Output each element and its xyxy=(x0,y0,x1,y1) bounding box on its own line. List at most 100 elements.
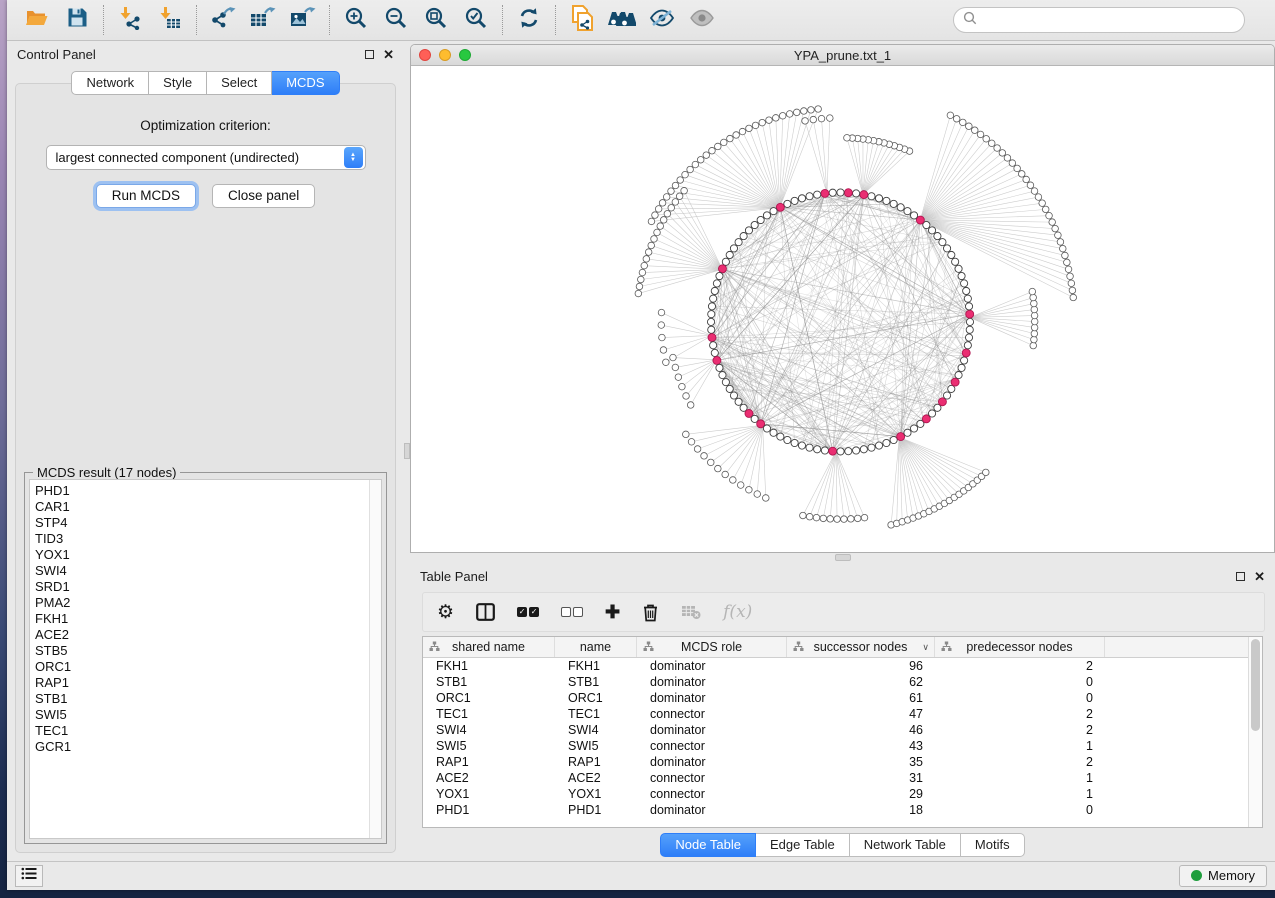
graph-leaf-node[interactable] xyxy=(746,125,753,132)
graph-mcds-node[interactable] xyxy=(844,189,852,197)
graph-leaf-node[interactable] xyxy=(977,131,984,138)
graph-leaf-node[interactable] xyxy=(841,516,848,523)
graph-leaf-node[interactable] xyxy=(672,182,679,189)
cell[interactable]: RAP1 xyxy=(423,754,555,770)
cell[interactable]: connector xyxy=(637,706,787,722)
graph-leaf-node[interactable] xyxy=(1009,160,1016,167)
cell[interactable]: TEC1 xyxy=(555,706,637,722)
function-builder-icon[interactable]: f(x) xyxy=(723,602,752,622)
graph-node[interactable] xyxy=(964,295,971,302)
column-header-predecessor-nodes[interactable]: predecessor nodes xyxy=(935,637,1105,657)
graph-leaf-node[interactable] xyxy=(664,210,671,217)
graph-node[interactable] xyxy=(868,444,875,451)
cell[interactable]: STB1 xyxy=(555,674,637,690)
graph-leaf-node[interactable] xyxy=(1031,324,1038,331)
cell[interactable]: ACE2 xyxy=(423,770,555,786)
graph-leaf-node[interactable] xyxy=(763,495,770,502)
refresh-view-button[interactable] xyxy=(509,3,549,37)
graph-leaf-node[interactable] xyxy=(966,123,973,130)
cell[interactable]: 0 xyxy=(935,690,1105,706)
graph-node[interactable] xyxy=(791,197,798,204)
graph-leaf-node[interactable] xyxy=(652,212,659,219)
graph-leaf-node[interactable] xyxy=(733,132,740,139)
split-view-icon[interactable] xyxy=(476,603,495,621)
graph-node[interactable] xyxy=(711,349,718,356)
splitter-grip[interactable] xyxy=(835,554,851,561)
graph-node[interactable] xyxy=(883,439,890,446)
export-table-button[interactable] xyxy=(243,3,283,37)
cell[interactable]: 0 xyxy=(935,802,1105,818)
hide-selected-button[interactable] xyxy=(642,3,682,37)
graph-leaf-node[interactable] xyxy=(660,217,667,224)
float-panel-icon[interactable] xyxy=(365,50,374,59)
graph-leaf-node[interactable] xyxy=(844,135,851,142)
tab-select[interactable]: Select xyxy=(207,71,272,95)
graph-node[interactable] xyxy=(939,239,946,246)
column-settings-icon[interactable]: ⚙ xyxy=(437,601,454,624)
graph-leaf-node[interactable] xyxy=(670,354,677,361)
graph-node[interactable] xyxy=(955,265,962,272)
search-field[interactable] xyxy=(953,7,1245,33)
graph-leaf-node[interactable] xyxy=(818,115,825,122)
graph-leaf-node[interactable] xyxy=(1004,155,1011,162)
graph-leaf-node[interactable] xyxy=(1057,239,1064,246)
graph-node[interactable] xyxy=(868,193,875,200)
cell[interactable]: 1 xyxy=(935,786,1105,802)
graph-node[interactable] xyxy=(928,227,935,234)
graph-node[interactable] xyxy=(730,392,737,399)
mcds-result-item[interactable]: TID3 xyxy=(35,531,364,547)
cell[interactable]: connector xyxy=(637,786,787,802)
graph-leaf-node[interactable] xyxy=(786,111,793,118)
graph-leaf-node[interactable] xyxy=(793,109,800,116)
export-image-button[interactable] xyxy=(283,3,323,37)
cell[interactable]: dominator xyxy=(637,674,787,690)
search-input[interactable] xyxy=(983,13,1235,28)
graph-leaf-node[interactable] xyxy=(675,374,682,381)
graph-leaf-node[interactable] xyxy=(953,115,960,122)
graph-node[interactable] xyxy=(814,191,821,198)
optimization-criterion-dropdown[interactable]: largest connected component (undirected)… xyxy=(46,145,366,170)
graph-leaf-node[interactable] xyxy=(659,334,666,341)
graph-node[interactable] xyxy=(763,425,770,432)
close-panel-icon[interactable]: ✕ xyxy=(383,48,394,61)
cell[interactable]: 96 xyxy=(787,658,935,674)
graph-node[interactable] xyxy=(904,208,911,215)
cell[interactable]: dominator xyxy=(637,690,787,706)
graph-leaf-node[interactable] xyxy=(1070,294,1077,301)
graph-node[interactable] xyxy=(966,326,973,333)
graph-leaf-node[interactable] xyxy=(1031,306,1038,313)
graph-node[interactable] xyxy=(897,204,904,211)
graph-node[interactable] xyxy=(934,233,941,240)
mcds-result-item[interactable]: STP4 xyxy=(35,515,364,531)
graph-leaf-node[interactable] xyxy=(827,516,834,523)
graph-leaf-node[interactable] xyxy=(655,206,662,213)
column-header-successor-nodes[interactable]: successor nodes ∨ xyxy=(787,637,935,657)
network-graph[interactable] xyxy=(411,66,1274,552)
graph-leaf-node[interactable] xyxy=(983,469,990,476)
graph-leaf-node[interactable] xyxy=(752,122,759,129)
cell[interactable]: 35 xyxy=(787,754,935,770)
graph-leaf-node[interactable] xyxy=(668,204,675,211)
graph-node[interactable] xyxy=(708,303,715,310)
graph-leaf-node[interactable] xyxy=(697,156,704,163)
cell[interactable]: FKH1 xyxy=(555,658,637,674)
table-row[interactable]: STB1STB1dominator620 xyxy=(423,674,1248,690)
cell[interactable]: SWI5 xyxy=(555,738,637,754)
graph-leaf-node[interactable] xyxy=(806,513,813,520)
cell[interactable]: PHD1 xyxy=(555,802,637,818)
mcds-result-item[interactable]: RAP1 xyxy=(35,675,364,691)
graph-leaf-node[interactable] xyxy=(1067,273,1074,280)
graph-node[interactable] xyxy=(735,398,742,405)
import-table-button[interactable] xyxy=(150,3,190,37)
graph-leaf-node[interactable] xyxy=(720,139,727,146)
cell[interactable]: connector xyxy=(637,738,787,754)
tab-node-table[interactable]: Node Table xyxy=(660,833,756,857)
graph-leaf-node[interactable] xyxy=(1031,300,1038,307)
mcds-result-item[interactable]: ORC1 xyxy=(35,659,364,675)
graph-node[interactable] xyxy=(722,258,729,265)
graph-node[interactable] xyxy=(745,227,752,234)
cell[interactable]: connector xyxy=(637,770,787,786)
graph-node[interactable] xyxy=(784,436,791,443)
graph-leaf-node[interactable] xyxy=(1027,182,1034,189)
close-panel-button[interactable]: Close panel xyxy=(212,184,315,208)
